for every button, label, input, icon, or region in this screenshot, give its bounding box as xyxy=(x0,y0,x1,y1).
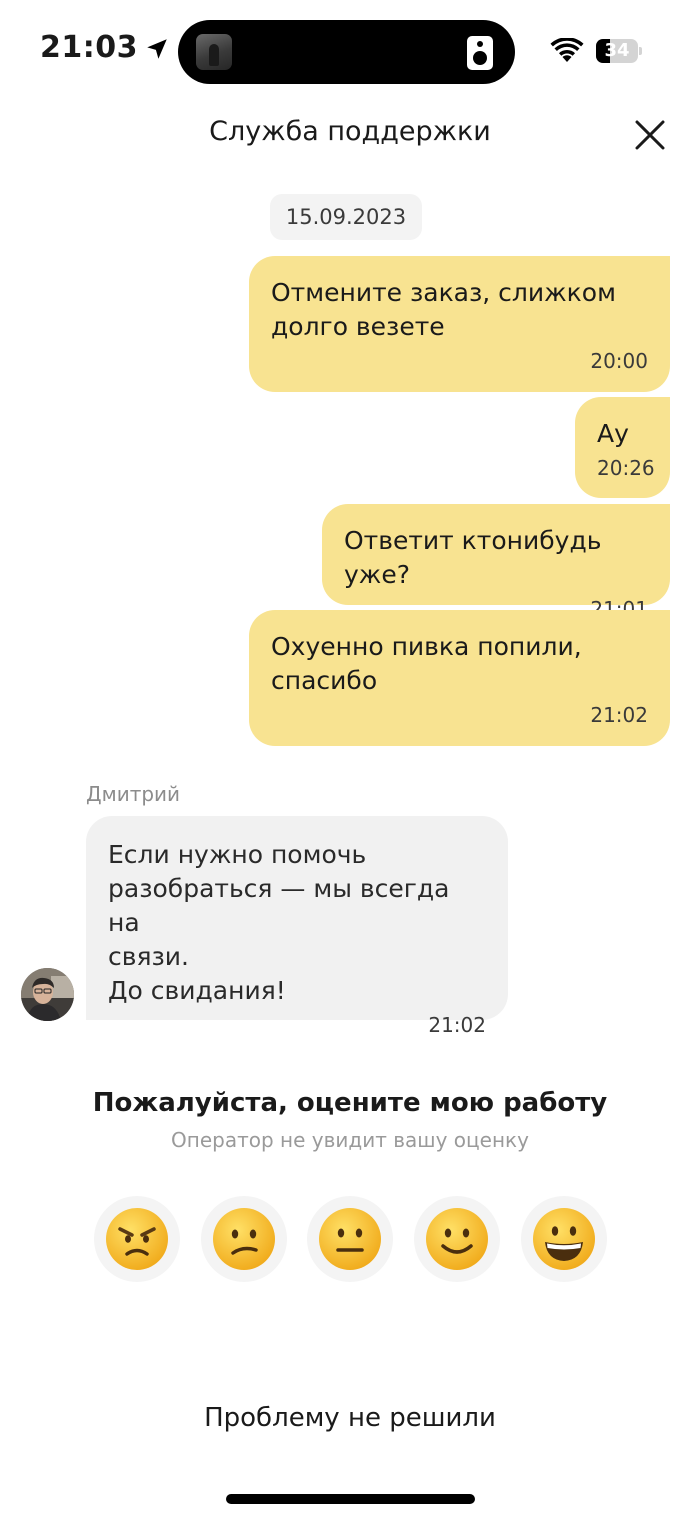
clock-text: 21:03 xyxy=(40,30,138,65)
slightly-smiling-face-icon xyxy=(426,1208,488,1270)
rating-title: Пожалуйста, оцените мою работу xyxy=(92,1088,608,1118)
rating-option-confused[interactable] xyxy=(201,1196,287,1282)
now-playing-artwork xyxy=(196,34,232,70)
angry-face-icon xyxy=(106,1208,168,1270)
message-time: 21:02 xyxy=(590,703,648,727)
message-time: 20:26 xyxy=(597,456,655,480)
message-text: Ответит ктонибудь уже? xyxy=(344,526,602,589)
message-time: 21:02 xyxy=(428,1013,486,1037)
avatar xyxy=(21,968,74,1021)
dynamic-island[interactable] xyxy=(178,20,515,84)
message-text: Охуенно пивка попили, спасибо xyxy=(271,632,582,695)
close-icon xyxy=(635,120,665,150)
wifi-icon xyxy=(550,38,584,62)
neutral-face-icon xyxy=(319,1208,381,1270)
rating-option-grin[interactable] xyxy=(521,1196,607,1282)
speaker-icon xyxy=(467,36,493,70)
page-title: Служба поддержки xyxy=(209,116,491,147)
rating-option-smile[interactable] xyxy=(414,1196,500,1282)
home-indicator[interactable] xyxy=(226,1494,475,1504)
grinning-face-icon xyxy=(533,1208,595,1270)
location-arrow-icon xyxy=(147,38,167,59)
message-text: Ау xyxy=(597,419,629,448)
message-time: 20:00 xyxy=(590,349,648,373)
outgoing-message[interactable]: Ответит ктонибудь уже? 21:01 xyxy=(322,504,670,621)
sender-name: Дмитрий xyxy=(86,782,181,806)
rating-option-neutral[interactable] xyxy=(307,1196,393,1282)
rating-subtitle: Оператор не увидит вашу оценку xyxy=(171,1128,529,1152)
confused-face-icon xyxy=(213,1208,275,1270)
outgoing-message[interactable]: Отмените заказ, слижком долго везете 20:… xyxy=(249,256,670,392)
status-bar-time: 21:03 xyxy=(40,30,170,65)
battery-icon: 34 xyxy=(596,39,642,63)
battery-level-text: 34 xyxy=(604,40,630,61)
outgoing-message[interactable]: Ау 20:26 xyxy=(575,397,670,498)
rating-option-angry[interactable] xyxy=(94,1196,180,1282)
message-text: Отмените заказ, слижком долго везете xyxy=(271,278,616,341)
close-button[interactable] xyxy=(626,111,674,159)
date-separator: 15.09.2023 xyxy=(270,194,422,240)
message-text: Если нужно помочь разобраться — мы всегд… xyxy=(108,840,450,1005)
problem-not-solved-button[interactable]: Проблему не решили xyxy=(150,1396,550,1440)
incoming-message[interactable]: Если нужно помочь разобраться — мы всегд… xyxy=(86,816,508,1037)
outgoing-message[interactable]: Охуенно пивка попили, спасибо 21:02 xyxy=(249,610,670,746)
